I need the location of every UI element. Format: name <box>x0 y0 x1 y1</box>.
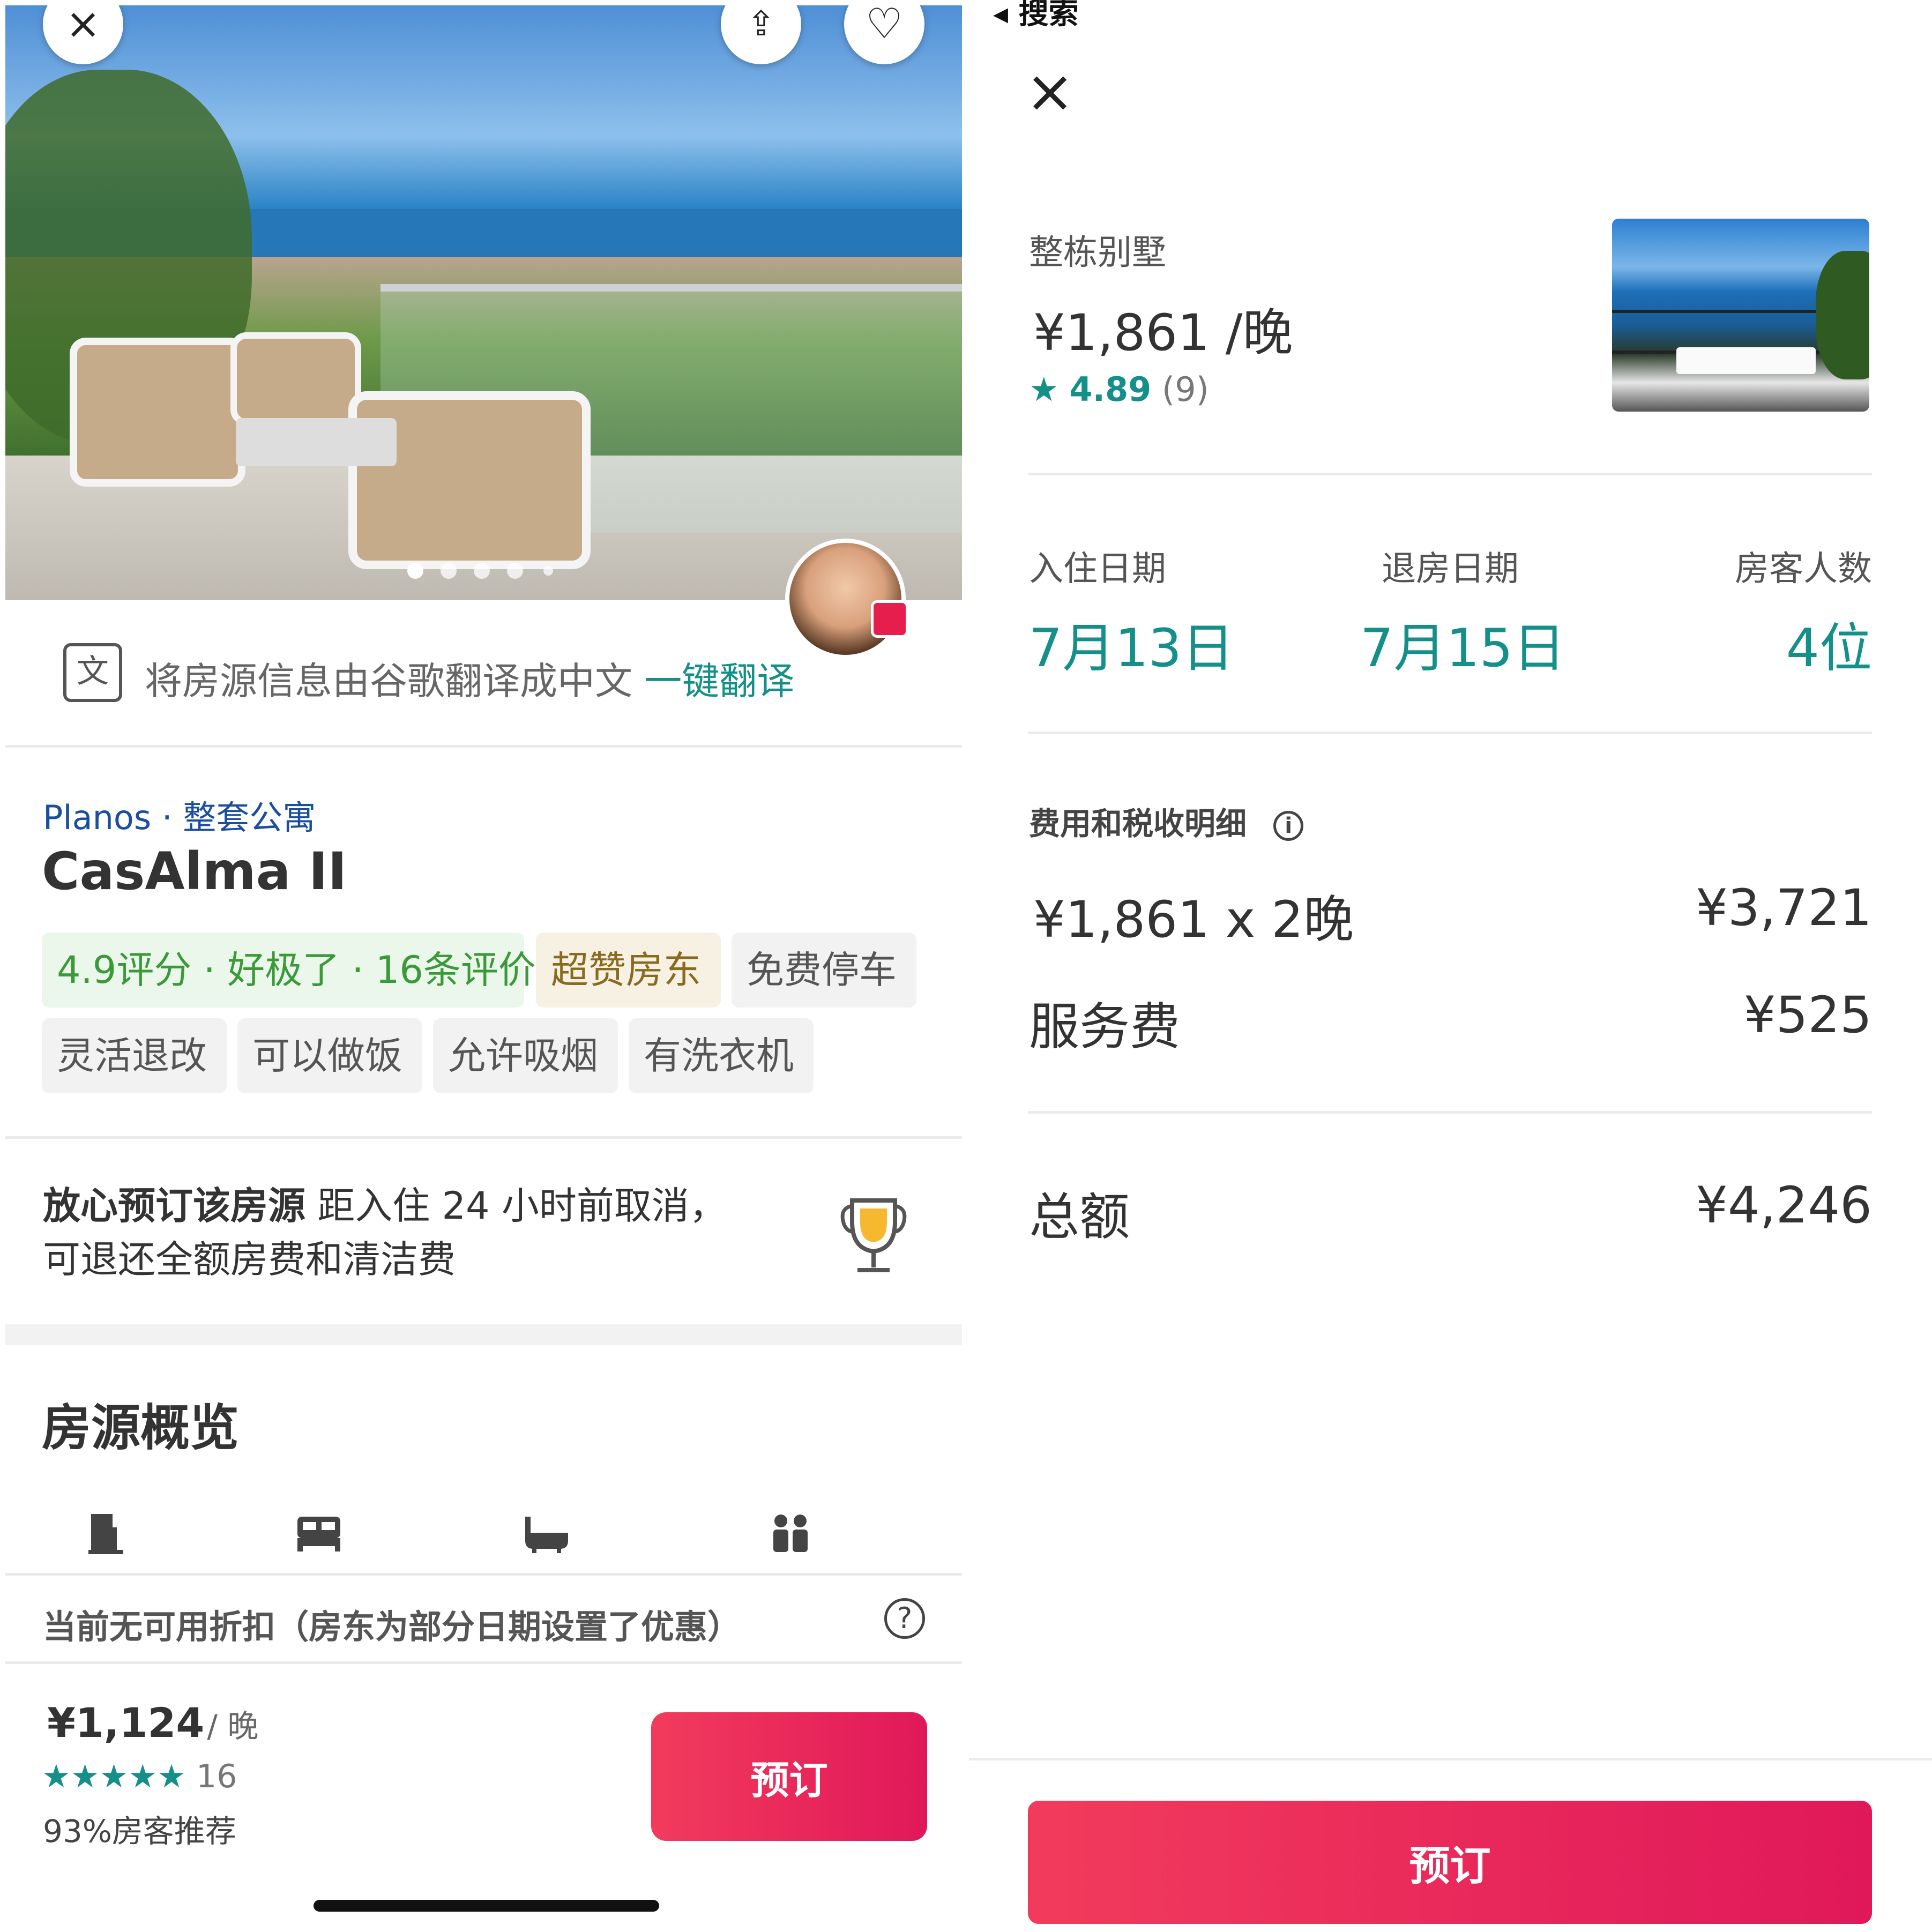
footer-price: ¥1,124 / 晚 <box>47 1699 258 1747</box>
carousel-dot[interactable] <box>407 563 423 579</box>
assurance-text-line2: 可退还全额房费和清洁费 <box>43 1237 456 1281</box>
service-fee-label: 服务费 <box>1029 998 1181 1056</box>
lounge-chair <box>70 338 245 487</box>
overview-title: 房源概览 <box>42 1399 240 1457</box>
rating-tag[interactable]: 4.9评分 · 好极了 · 16条评价 <box>42 933 536 1008</box>
book-button-label: 预订 <box>1409 1842 1491 1890</box>
superhost-badge-icon <box>871 600 908 638</box>
recommend-rate: 93%房客推荐 <box>43 1813 236 1849</box>
fee-row-label: ¥1,861 x 2晚 <box>1033 891 1354 949</box>
kitchen-tag: 可以做饭 <box>237 1018 422 1093</box>
guests-label: 房客人数 <box>1735 549 1872 589</box>
carousel-dot[interactable] <box>474 563 490 579</box>
total-value: ¥4,246 <box>1696 1176 1872 1235</box>
section-gap <box>5 1324 962 1345</box>
carousel-dot[interactable] <box>441 563 457 579</box>
trophy-icon <box>836 1184 911 1275</box>
service-fee-value: ¥525 <box>1743 986 1872 1045</box>
divider <box>5 1573 962 1576</box>
book-button[interactable]: 预订 <box>651 1712 927 1841</box>
separator: · <box>161 798 173 837</box>
property-rating: ★ 4.89 (9) <box>1029 370 1209 409</box>
lounge-chair <box>230 332 361 426</box>
divider <box>1028 473 1872 475</box>
fees-title: 费用和税收明细 i <box>1029 799 1304 844</box>
heart-icon: ♡ <box>866 5 903 48</box>
superhost-tag: 超赞房东 <box>536 933 721 1008</box>
close-button[interactable]: × <box>43 5 123 64</box>
assurance-title: 放心预订该房源 <box>43 1184 305 1228</box>
translate-row: 将房源信息由谷歌翻译成中文 一键翻译 <box>145 651 794 705</box>
nightly-price: ¥1,124 <box>47 1699 205 1747</box>
book-button[interactable]: 预订 <box>1028 1801 1872 1924</box>
share-button[interactable]: ⇪ <box>721 5 801 64</box>
checkin-value[interactable]: 7月13日 <box>1029 606 1234 682</box>
washer-tag: 有洗衣机 <box>629 1018 814 1093</box>
property-type: 整栋别墅 <box>1029 233 1166 273</box>
info-glyph: i <box>1285 813 1293 838</box>
checkin-label: 入住日期 <box>1029 549 1166 589</box>
thumb-table <box>1676 347 1816 374</box>
home-indicator <box>314 1900 659 1912</box>
per-night-label: / 晚 <box>207 1708 259 1744</box>
listing-type: 整套公寓 <box>183 798 316 837</box>
carousel-dot[interactable] <box>507 563 523 579</box>
checkout-value[interactable]: 7月15日 <box>1360 606 1565 682</box>
thumb-tree <box>1816 251 1869 379</box>
translate-icon: 文 <box>63 643 122 702</box>
divider <box>1028 1111 1872 1114</box>
coffee-table <box>236 418 397 466</box>
fees-title-text: 费用和税收明细 <box>1029 805 1247 842</box>
help-button[interactable]: ? <box>884 1598 925 1639</box>
star-rating-icon: ★★★★★ <box>42 1758 186 1795</box>
listing-detail-panel: × ⇪ ♡ 文 将房源信息由谷歌翻译成中文 一键翻译 Planos · 整套公寓… <box>0 0 967 1932</box>
rating-value: 4.89 <box>1069 370 1152 409</box>
guests-icon <box>769 1511 812 1556</box>
close-button[interactable]: × <box>1025 62 1084 123</box>
listing-photo-carousel[interactable]: × ⇪ ♡ <box>5 5 962 600</box>
free-parking-tag: 免费停车 <box>732 933 916 1008</box>
translate-link[interactable]: 一键翻译 <box>644 659 794 703</box>
info-icon[interactable]: i <box>1273 810 1304 841</box>
carousel-dot[interactable] <box>543 566 553 576</box>
review-count: 16 <box>196 1758 237 1795</box>
location-name: Planos <box>43 798 152 837</box>
divider <box>5 745 962 748</box>
star-icon: ★ <box>1029 370 1059 409</box>
close-icon: × <box>1025 57 1075 125</box>
translate-text: 将房源信息由谷歌翻译成中文 <box>145 659 632 703</box>
total-label: 总额 <box>1029 1188 1130 1247</box>
property-thumbnail <box>1612 219 1869 412</box>
host-avatar[interactable] <box>785 539 906 659</box>
bath-icon <box>523 1514 571 1556</box>
footer-divider <box>969 1758 1932 1761</box>
flexible-cancel-tag: 灵活退改 <box>42 1018 227 1093</box>
listing-title: CasAlma II <box>42 841 347 901</box>
fee-row-value: ¥3,721 <box>1696 879 1872 937</box>
door-icon <box>86 1511 126 1556</box>
booking-summary-panel: ◂ 搜索 × 整栋别墅 ¥1,861 /晚 ★ 4.89 (9) 入住日期 7月… <box>969 0 1932 1932</box>
assurance-text: 距入住 24 小时前取消， <box>305 1184 727 1228</box>
bed-icon <box>295 1514 343 1554</box>
divider <box>5 1136 962 1139</box>
back-to-search[interactable]: ◂ 搜索 <box>993 0 1079 33</box>
checkout-label: 退房日期 <box>1382 549 1519 589</box>
divider <box>5 1661 962 1664</box>
share-icon: ⇪ <box>747 5 775 44</box>
discount-notice: 当前无可用折扣（房东为部分日期设置了优惠） <box>43 1607 741 1646</box>
help-icon: ? <box>897 1601 913 1635</box>
divider <box>1028 732 1872 734</box>
booking-assurance: 放心预订该房源 距入住 24 小时前取消， 可退还全额房费和清洁费 <box>43 1179 727 1286</box>
close-icon: × <box>65 5 101 48</box>
book-button-label: 预订 <box>750 1757 828 1803</box>
favorite-button[interactable]: ♡ <box>844 5 924 64</box>
footer-rating: ★★★★★ 16 <box>42 1758 237 1795</box>
rating-count: (9) <box>1162 370 1209 409</box>
guests-value[interactable]: 4位 <box>1786 606 1872 682</box>
property-price: ¥1,861 /晚 <box>1033 304 1293 362</box>
smoking-tag: 允许吸烟 <box>433 1018 618 1093</box>
listing-location[interactable]: Planos · 整套公寓 <box>43 790 316 839</box>
